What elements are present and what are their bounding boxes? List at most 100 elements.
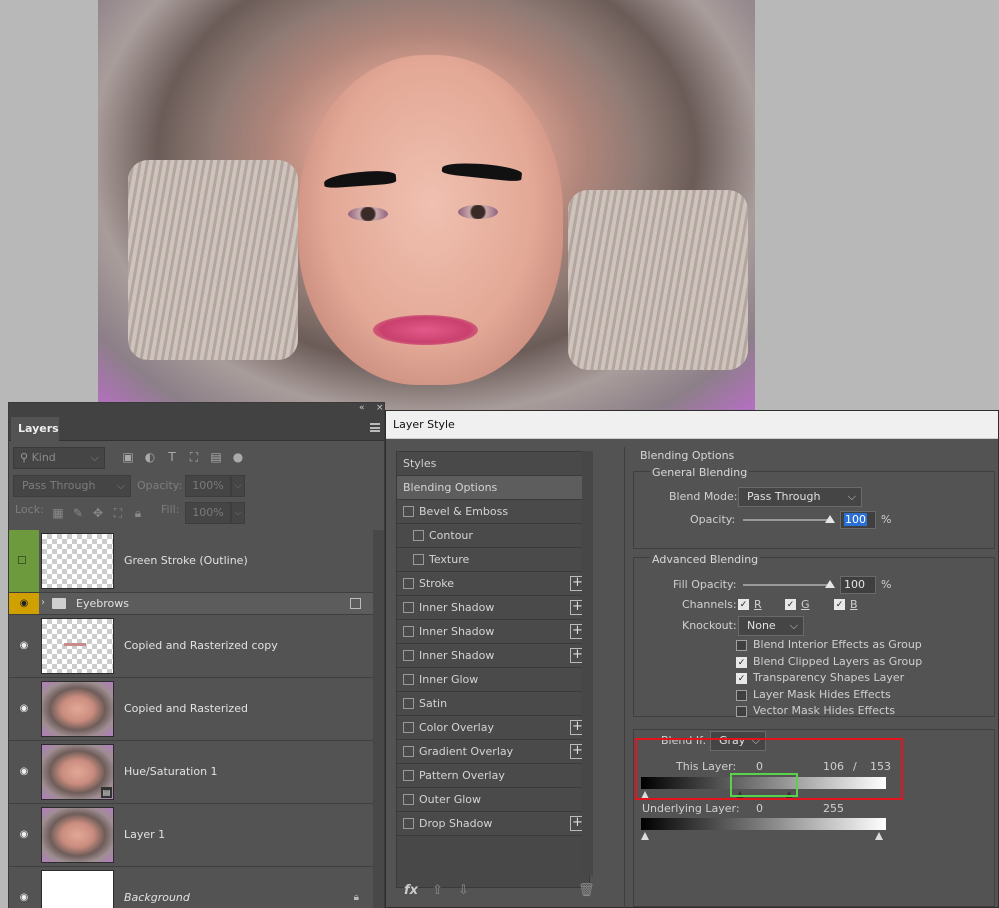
style-checkbox[interactable] [403,506,414,517]
blend-mode-select[interactable]: Pass Through ⌵ [13,475,131,497]
style-checkbox[interactable] [403,650,414,661]
layer-row-eyebrows-group[interactable]: ◉ › Eyebrows [9,593,373,615]
knockout-select[interactable]: None ⌵ [738,616,804,636]
fill-opacity-slider[interactable] [743,584,833,586]
layers-scrollbar[interactable] [373,530,384,908]
filter-kind-select[interactable]: ⚲ Kind ⌵ [13,447,105,469]
pillow-right [568,190,748,370]
style-drop-shadow[interactable]: Drop Shadow + [397,812,589,836]
layer-row-layer-1[interactable]: ◉ Layer 1 [9,804,373,867]
style-stroke[interactable]: Stroke + [397,572,589,596]
smart-object-filter-icon[interactable]: ▤ [209,450,223,464]
close-icon[interactable]: × [376,403,384,413]
style-inner-glow[interactable]: Inner Glow [397,668,589,692]
transparency-shapes-checkbox[interactable]: ✓ [736,673,747,684]
visibility-toggle[interactable]: ◉ [9,741,39,803]
move-down-icon[interactable]: ⇩ [458,883,469,898]
lock-transparent-icon[interactable]: ▦ [51,506,65,520]
opacity-dropdown-icon[interactable]: ⌵ [231,475,245,497]
layer-row-hue-saturation[interactable]: ◉ ▤ Hue/Saturation 1 [9,741,373,804]
style-checkbox[interactable] [403,602,414,613]
style-checkbox[interactable] [413,530,424,541]
opacity-slider-thumb[interactable] [825,515,835,523]
visibility-toggle[interactable]: ◉ [9,804,39,866]
tab-layers[interactable]: Layers [11,417,59,441]
channel-g-checkbox[interactable]: ✓ [785,599,796,610]
style-gradient-overlay[interactable]: Gradient Overlay + [397,740,589,764]
style-inner-shadow[interactable]: Inner Shadow + [397,644,589,668]
layer-mask-hides-checkbox[interactable] [736,690,747,701]
vector-mask-hides-checkbox[interactable] [736,706,747,717]
fill-input[interactable]: 100% [185,502,231,524]
blend-clipped-checkbox[interactable]: ✓ [736,657,747,668]
visibility-toggle[interactable]: ◉ [9,867,39,908]
expand-caret-icon[interactable]: › [41,597,45,608]
style-label: Inner Shadow [419,649,495,662]
style-inner-shadow[interactable]: Inner Shadow + [397,596,589,620]
eye-left [348,207,388,221]
style-contour[interactable]: Contour [397,524,589,548]
trash-icon[interactable]: 🗑︎ [578,883,595,898]
visibility-toggle[interactable]: ◉ [9,593,39,614]
style-label: Inner Glow [419,673,479,686]
style-checkbox[interactable] [403,746,414,757]
opacity-input[interactable]: 100% [185,475,231,497]
layer-row-copied-rasterized-copy[interactable]: ◉ Copied and Rasterized copy [9,615,373,678]
style-checkbox[interactable] [403,626,414,637]
visibility-toggle[interactable]: ◉ [9,615,39,677]
shape-filter-icon[interactable]: ⛶ [187,450,201,464]
eye-icon: ◉ [19,892,29,903]
style-checkbox[interactable] [413,554,424,565]
dialog-title: Layer Style [386,411,998,439]
style-checkbox[interactable] [403,770,414,781]
style-checkbox[interactable] [403,698,414,709]
move-up-icon[interactable]: ⇧ [432,883,443,898]
lock-artboard-icon[interactable]: ⛶ [111,506,125,520]
layer-row-background[interactable]: ◉ Background 🔒︎ [9,867,373,908]
visibility-toggle[interactable]: ◉ [9,678,39,740]
lock-all-icon[interactable]: 🔒︎ [131,506,145,520]
style-inner-shadow[interactable]: Inner Shadow + [397,620,589,644]
opacity-input[interactable]: 100 [840,511,876,529]
style-pattern-overlay[interactable]: Pattern Overlay [397,764,589,788]
style-checkbox[interactable] [403,722,414,733]
style-checkbox[interactable] [403,674,414,685]
filter-toggle-icon[interactable]: ● [231,450,245,464]
adjustment-filter-icon[interactable]: ◐ [143,450,157,464]
styles-scrollbar[interactable] [582,451,593,876]
underlying-white-stop[interactable] [875,832,883,840]
layer-row-copied-rasterized[interactable]: ◉ Copied and Rasterized [9,678,373,741]
collapse-icon[interactable]: « [359,403,365,413]
blend-interior-checkbox[interactable] [736,640,747,651]
pixel-filter-icon[interactable]: ▣ [121,450,135,464]
visibility-toggle[interactable] [9,530,39,592]
style-blending-options[interactable]: Blending Options [397,476,589,500]
style-checkbox[interactable] [403,818,414,829]
eye-icon: ◉ [19,766,29,777]
panel-menu-icon[interactable] [370,423,380,432]
layer-row-green-stroke[interactable]: Green Stroke (Outline) [9,530,373,593]
type-filter-icon[interactable]: T [165,450,179,464]
style-color-overlay[interactable]: Color Overlay + [397,716,589,740]
styles-header[interactable]: Styles [397,452,589,476]
fx-icon[interactable]: fx [404,883,418,898]
style-checkbox[interactable] [403,578,414,589]
opacity-slider[interactable] [743,519,833,521]
fill-opacity-slider-thumb[interactable] [825,580,835,588]
lock-move-icon[interactable]: ✥ [91,506,105,520]
channel-r-checkbox[interactable]: ✓ [738,599,749,610]
style-checkbox[interactable] [403,794,414,805]
style-texture[interactable]: Texture [397,548,589,572]
styles-list: Styles Blending Options Bevel & Emboss C… [396,451,590,888]
style-satin[interactable]: Satin [397,692,589,716]
fill-dropdown-icon[interactable]: ⌵ [231,502,245,524]
fill-opacity-input[interactable]: 100 [840,576,876,594]
blend-mode-select[interactable]: Pass Through ⌵ [738,487,862,507]
underlying-black-stop[interactable] [641,832,649,840]
blend-interior-label: Blend Interior Effects as Group [753,638,922,651]
style-label: Outer Glow [419,793,482,806]
channel-b-checkbox[interactable]: ✓ [834,599,845,610]
style-bevel-emboss[interactable]: Bevel & Emboss [397,500,589,524]
style-outer-glow[interactable]: Outer Glow [397,788,589,812]
lock-brush-icon[interactable]: ✎ [71,506,85,520]
